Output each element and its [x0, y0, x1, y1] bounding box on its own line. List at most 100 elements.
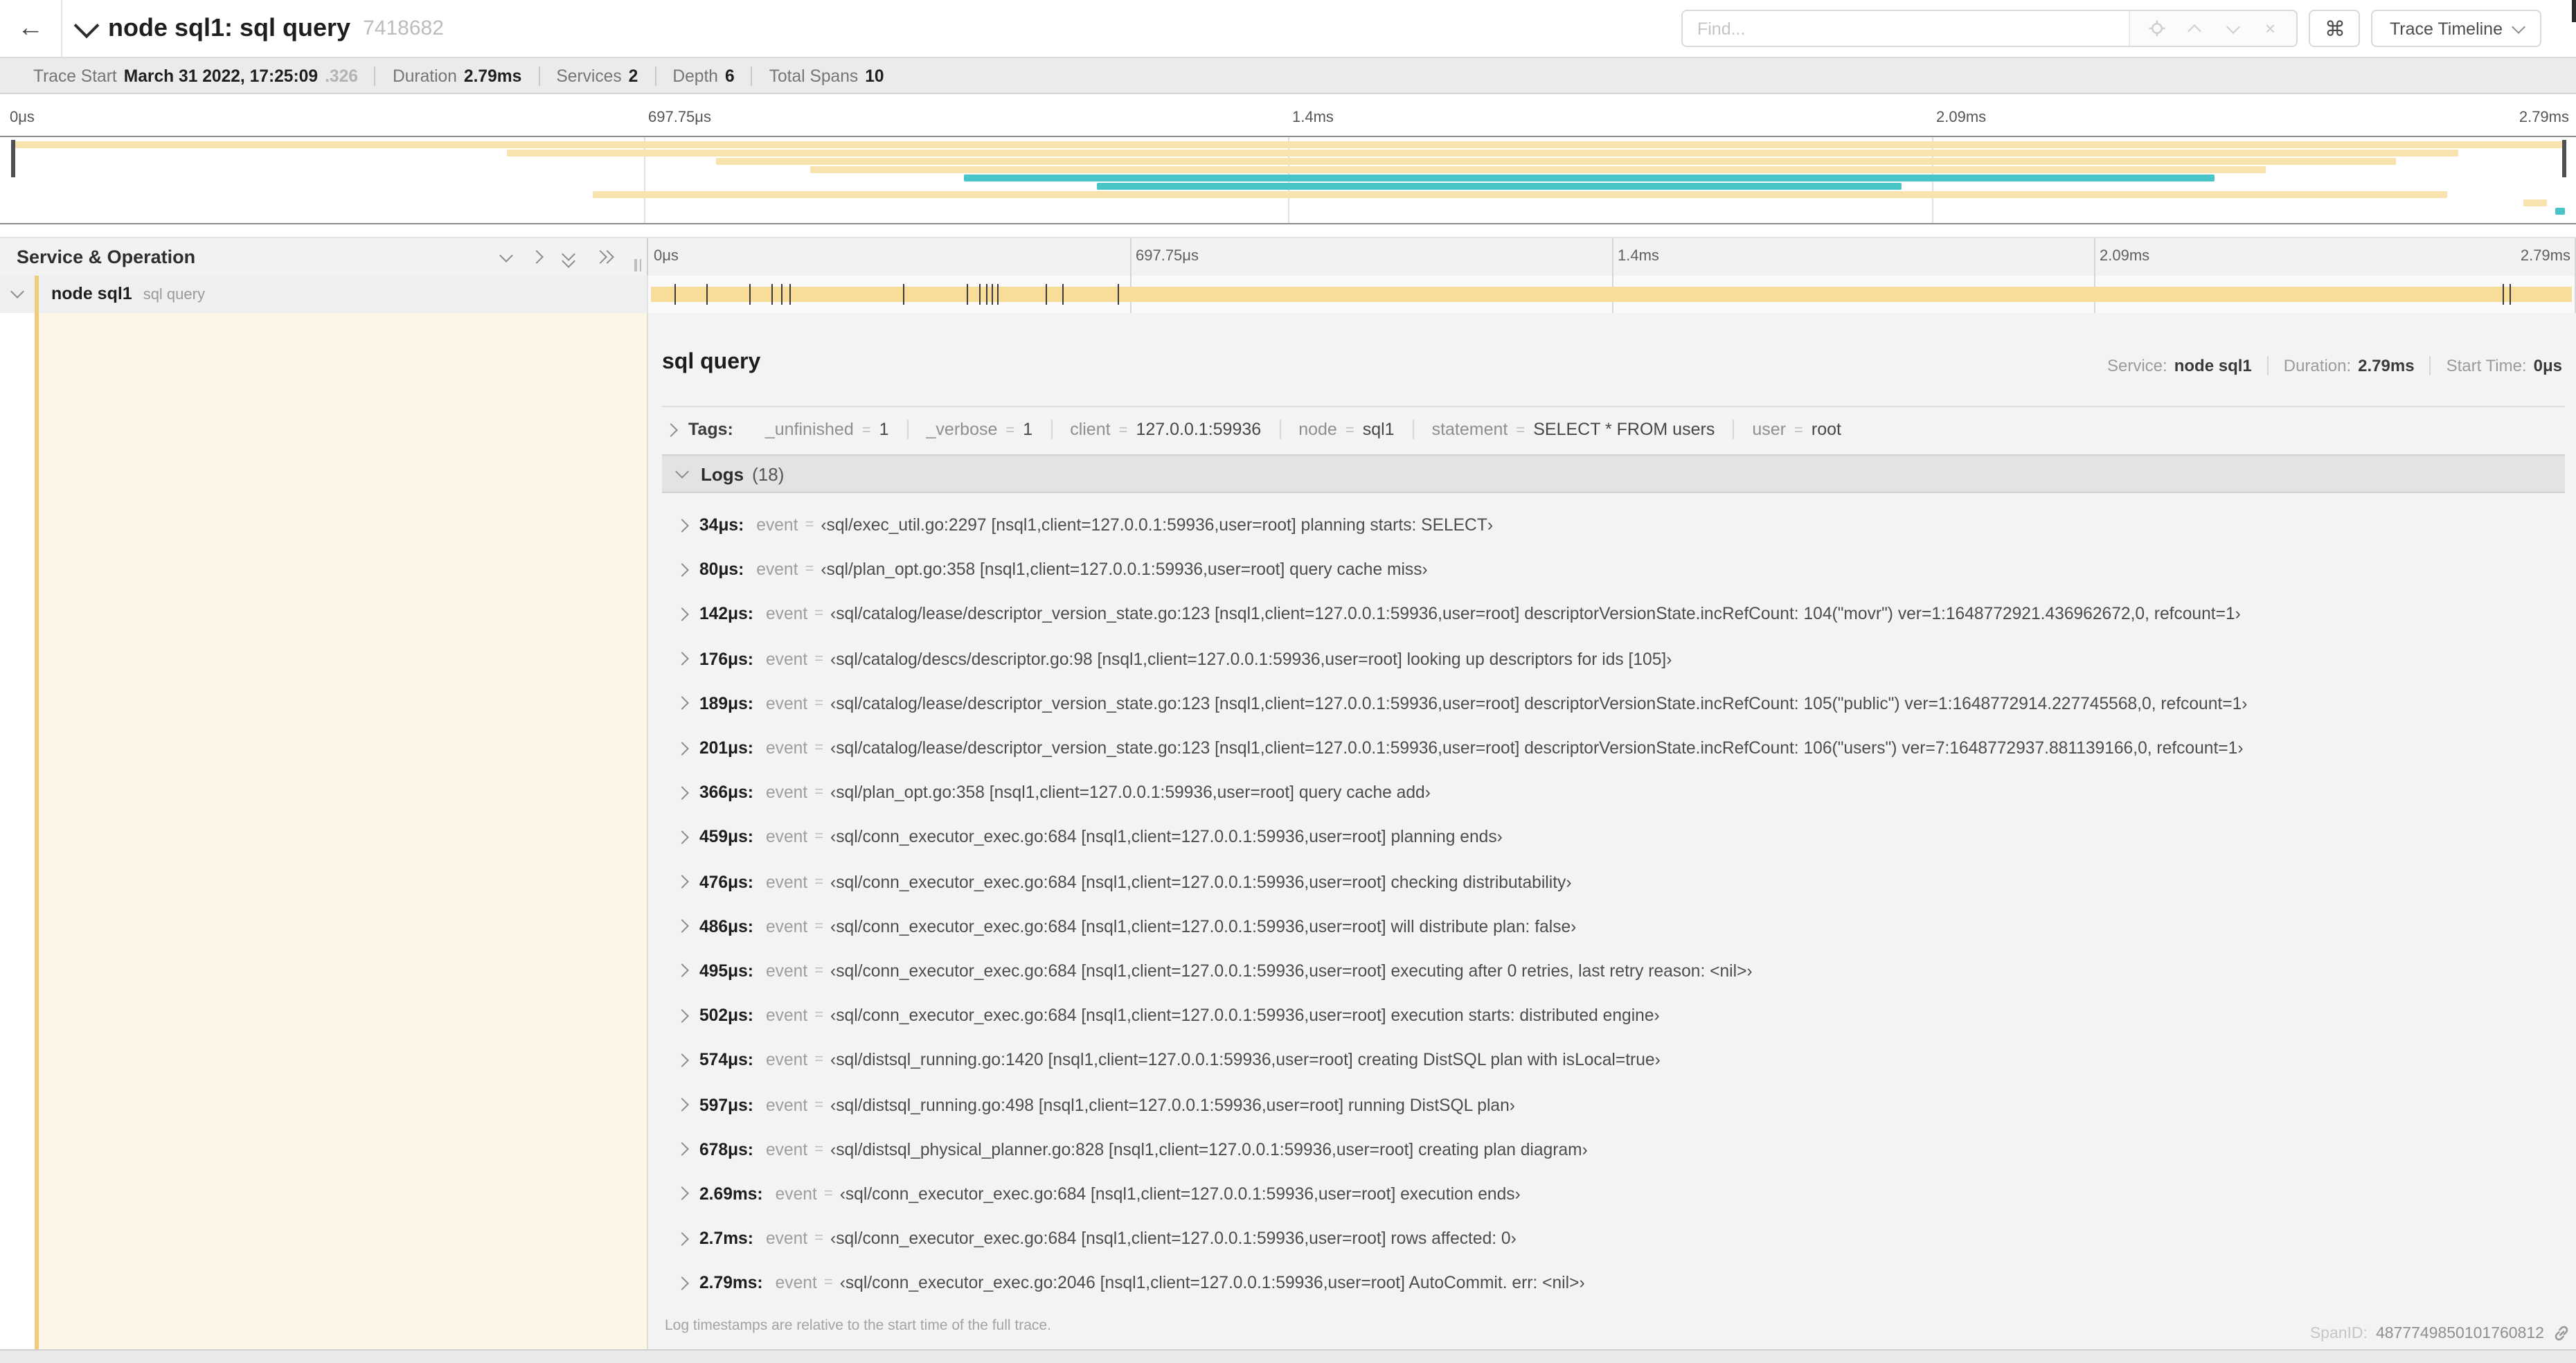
- chevron-down-icon[interactable]: [10, 285, 24, 299]
- chevron-right-icon: [675, 1008, 689, 1023]
- log-row[interactable]: 476μs: event = ‹sql/conn_executor_exec.go:6…: [662, 859, 2565, 904]
- find-next-icon[interactable]: [2221, 17, 2244, 39]
- clear-find-icon[interactable]: ×: [2259, 17, 2281, 39]
- log-marker-tick: [996, 284, 999, 305]
- ruler-tick: 697.75μs: [1136, 248, 1199, 265]
- chevron-down-icon: [2512, 19, 2525, 33]
- log-marker-tick: [780, 284, 782, 305]
- back-button[interactable]: ←: [0, 0, 62, 57]
- keyboard-shortcuts-button[interactable]: ⌘: [2309, 10, 2361, 47]
- log-row[interactable]: 80μs: event = ‹sql/plan_opt.go:358 [nsql1,c…: [662, 547, 2565, 591]
- chevron-right-icon: [675, 1142, 689, 1157]
- span-color-accent: [35, 276, 39, 313]
- chevron-right-icon: [675, 830, 689, 844]
- span-row-name-cell[interactable]: node sql1 sql query: [0, 276, 648, 313]
- log-row[interactable]: 201μs: event = ‹sql/catalog/lease/descripto…: [662, 726, 2565, 770]
- minimap-span: [11, 141, 2565, 148]
- log-marker-tick: [674, 284, 676, 305]
- span-operation-name: sql query: [143, 287, 205, 303]
- scrollbar-thumb[interactable]: [2572, 0, 2576, 22]
- chevron-right-icon: [675, 1186, 689, 1201]
- minimap-span: [810, 166, 2266, 172]
- expand-all-icon[interactable]: [593, 250, 614, 264]
- log-row[interactable]: 189μs: event = ‹sql/catalog/lease/descripto…: [662, 682, 2565, 726]
- find-input[interactable]: [1683, 11, 2129, 46]
- minimap-span: [1096, 182, 1902, 189]
- tags-list: _unfinished = 1 _verbose = 1 client = 127.0.0.1:…: [747, 420, 1859, 439]
- minimap-span: [2523, 199, 2548, 206]
- log-row[interactable]: 2.69ms: event = ‹sql/conn_executor_exec.go:…: [662, 1172, 2565, 1216]
- log-row[interactable]: 495μs: event = ‹sql/conn_executor_exec.go:6…: [662, 949, 2565, 993]
- expand-one-icon[interactable]: [530, 250, 544, 264]
- chevron-right-icon: [675, 696, 689, 711]
- span-service-name: node sql1 sql query: [51, 284, 205, 303]
- log-marker-tick: [902, 284, 904, 305]
- log-row[interactable]: 502μs: event = ‹sql/conn_executor_exec.go:6…: [662, 993, 2565, 1037]
- log-row[interactable]: 574μs: event = ‹sql/distsql_running.go:1420…: [662, 1038, 2565, 1083]
- log-marker-tick: [2510, 284, 2512, 305]
- chevron-right-icon: [675, 785, 689, 800]
- column-resizer-grip[interactable]: [634, 259, 644, 271]
- timeline-ruler[interactable]: 0μs 697.75μs 1.4ms 2.09ms 2.79ms: [648, 238, 2576, 276]
- trace-title-block: node sql1: sql query 7418682: [73, 0, 444, 57]
- span-detail-area: sql query Service: node sql1 Duration: 2.7…: [0, 313, 2576, 1353]
- log-row[interactable]: 597μs: event = ‹sql/distsql_running.go:498 …: [662, 1083, 2565, 1127]
- chevron-down-icon: [675, 465, 689, 479]
- timeline-header: Service & Operation 0μs 697.75μs 1.4ms 2…: [0, 237, 2576, 277]
- log-marker-tick: [992, 284, 994, 305]
- scope-icon[interactable]: [2146, 17, 2168, 39]
- chevron-right-icon: [675, 875, 689, 889]
- log-row[interactable]: 2.7ms: event = ‹sql/conn_executor_exec.go:6…: [662, 1216, 2565, 1260]
- chevron-right-icon: [675, 1231, 689, 1246]
- logs-toggle-header[interactable]: Logs (18): [662, 454, 2565, 493]
- bottom-section-strip: [0, 1349, 2576, 1363]
- stat-depth: Depth 6: [654, 66, 751, 85]
- service-operation-title: Service & Operation: [17, 247, 196, 267]
- jaeger-trace-view: ← node sql1: sql query 7418682 ×: [0, 0, 2576, 1363]
- log-row[interactable]: 678μs: event = ‹sql/distsql_physical_planne…: [662, 1127, 2565, 1171]
- tag-item: user = root: [1733, 420, 1859, 439]
- chevron-right-icon: [675, 518, 689, 533]
- log-row[interactable]: 2.79ms: event = ‹sql/conn_executor_exec.go:…: [662, 1260, 2565, 1305]
- minimap-right-handle[interactable]: [2562, 140, 2566, 177]
- trace-view-selector[interactable]: Trace Timeline: [2371, 10, 2541, 47]
- collapse-one-icon[interactable]: [499, 248, 513, 262]
- collapse-all-icon[interactable]: [562, 247, 575, 267]
- trace-title: node sql1: sql query: [108, 14, 351, 42]
- chevron-right-icon: [675, 607, 689, 621]
- minimap-left-handle[interactable]: [11, 140, 15, 177]
- link-icon[interactable]: [2552, 1324, 2570, 1342]
- minimap-tick: 2.79ms: [2519, 109, 2569, 126]
- minimap-span: [963, 174, 2215, 181]
- log-row[interactable]: 366μs: event = ‹sql/plan_opt.go:358 [nsql1,…: [662, 770, 2565, 814]
- trace-minimap[interactable]: [0, 136, 2576, 224]
- log-marker-tick: [1046, 284, 1048, 305]
- log-marker-tick: [985, 284, 987, 305]
- log-row[interactable]: 486μs: event = ‹sql/conn_executor_exec.go:6…: [662, 904, 2565, 948]
- log-marker-tick: [706, 284, 708, 305]
- tags-toggle-row[interactable]: Tags: _unfinished = 1 _verbose = 1 client = 127.…: [662, 407, 2565, 450]
- log-row[interactable]: 142μs: event = ‹sql/catalog/lease/descripto…: [662, 592, 2565, 636]
- minimap-tick: 697.75μs: [648, 109, 711, 126]
- log-marker-tick: [749, 284, 751, 305]
- minimap-canvas[interactable]: [11, 137, 2565, 223]
- log-row[interactable]: 176μs: event = ‹sql/catalog/descs/descripto…: [662, 636, 2565, 681]
- log-row[interactable]: 459μs: event = ‹sql/conn_executor_exec.go:6…: [662, 815, 2565, 859]
- minimap-span: [715, 157, 2397, 164]
- span-id-value: 4877749850101760812: [2375, 1325, 2544, 1342]
- tag-item: _unfinished = 1: [764, 420, 889, 439]
- logs-list: 34μs: event = ‹sql/exec_util.go:2297 [nsql1…: [662, 493, 2565, 1306]
- chevron-down-icon[interactable]: [73, 12, 100, 38]
- trace-id: 7418682: [363, 17, 444, 40]
- find-prev-icon[interactable]: [2184, 17, 2206, 39]
- minimap-tick: 1.4ms: [1292, 109, 1334, 126]
- log-row[interactable]: 34μs: event = ‹sql/exec_util.go:2297 [nsql1…: [662, 503, 2565, 547]
- span-bar[interactable]: [651, 284, 2572, 305]
- service-operation-header: Service & Operation: [0, 238, 648, 276]
- minimap-span: [2555, 207, 2565, 214]
- span-detail-header: sql query Service: node sql1 Duration: 2.7…: [662, 313, 2565, 398]
- minimap-span: [506, 149, 2458, 156]
- span-id-label: SpanID:: [2309, 1325, 2368, 1342]
- minimap-tick: 0μs: [10, 109, 35, 126]
- stat-trace-start: Trace Start March 31 2022, 17:25:09.326: [33, 66, 358, 85]
